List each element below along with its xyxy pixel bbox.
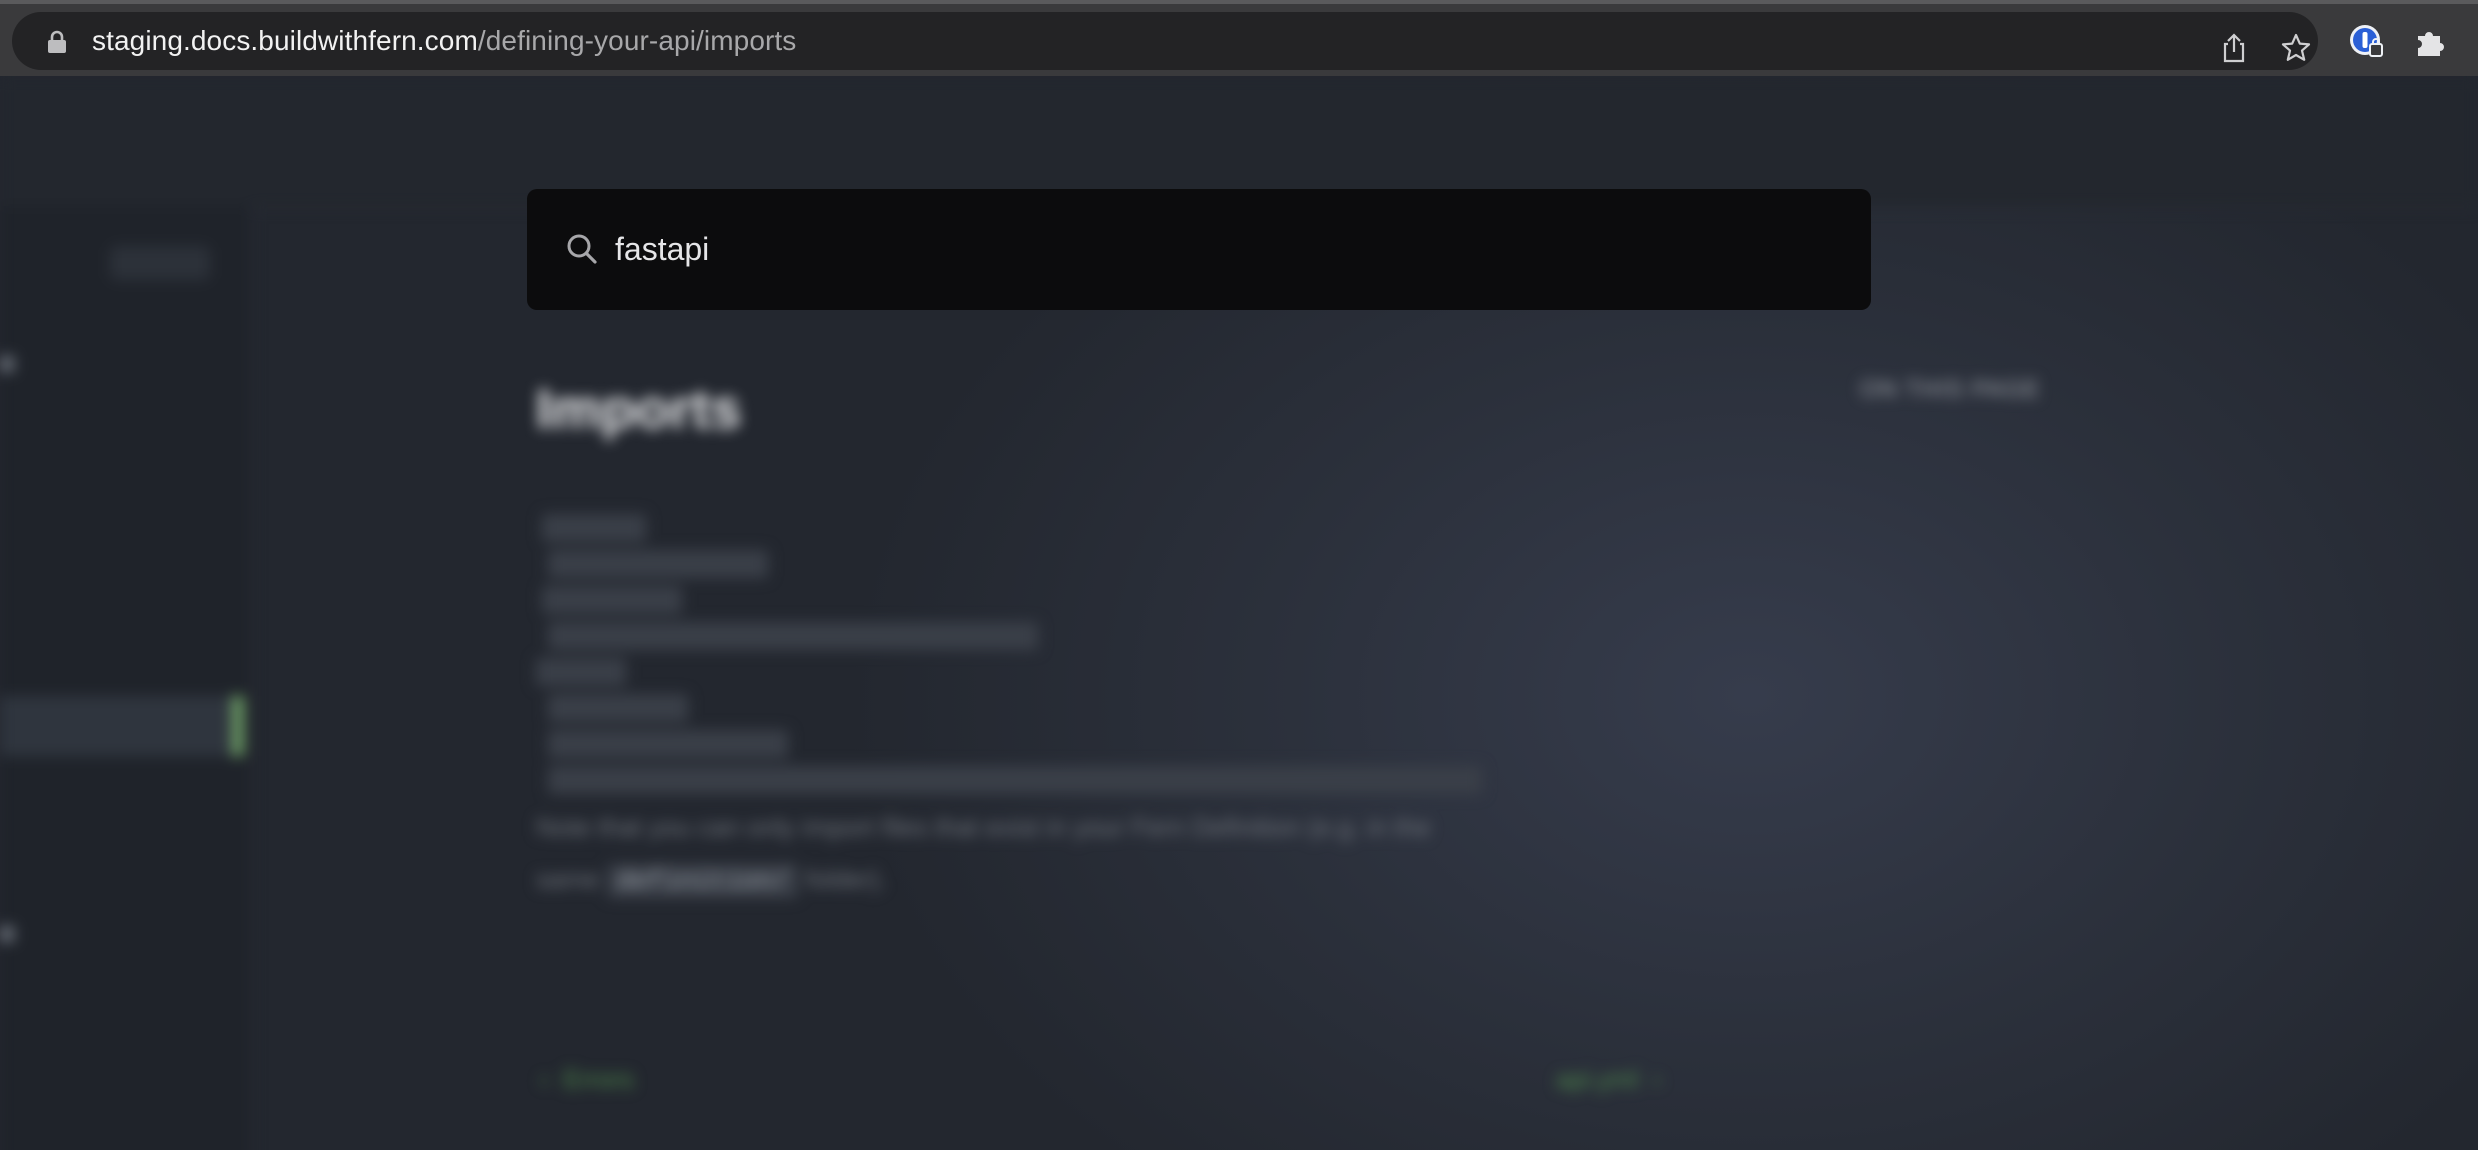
url-text[interactable]: staging.docs.buildwithfern.com/defining-… bbox=[92, 12, 796, 70]
lock-icon[interactable] bbox=[46, 30, 68, 54]
share-icon[interactable] bbox=[2218, 32, 2250, 64]
next-page-label: api.yml bbox=[1556, 1064, 1639, 1094]
code-line bbox=[536, 658, 626, 686]
docs-header bbox=[0, 76, 2478, 207]
sidebar-active-indicator bbox=[232, 696, 244, 756]
inline-code: definition/ bbox=[606, 864, 799, 898]
star-icon[interactable] bbox=[2280, 32, 2312, 64]
browser-toolbar: staging.docs.buildwithfern.com/defining-… bbox=[0, 0, 2478, 76]
chevron-left-icon: ‹ bbox=[540, 1064, 564, 1094]
1password-extension-icon[interactable] bbox=[2348, 22, 2386, 60]
address-bar[interactable]: staging.docs.buildwithfern.com/defining-… bbox=[12, 12, 2318, 70]
prose-word: same bbox=[536, 864, 600, 894]
code-line bbox=[548, 694, 688, 722]
search-icon bbox=[567, 234, 597, 264]
code-line bbox=[542, 514, 646, 542]
sidebar-item-marker bbox=[0, 356, 14, 372]
search-input[interactable] bbox=[615, 219, 1815, 279]
code-line bbox=[548, 550, 768, 578]
sidebar-item-active bbox=[0, 696, 238, 756]
chevron-right-icon: › bbox=[1638, 1064, 1662, 1094]
url-path: /defining-your-api/imports bbox=[477, 25, 797, 56]
sidebar-search-pill bbox=[110, 246, 210, 280]
previous-page-label: Errors bbox=[563, 1064, 634, 1094]
page-title: Imports bbox=[536, 377, 742, 440]
puzzle-extensions-icon[interactable] bbox=[2414, 24, 2448, 58]
previous-page-link: ‹ Errors bbox=[540, 1064, 634, 1095]
prose-paragraph-continued: same definition/ folder). bbox=[536, 864, 887, 898]
code-line bbox=[548, 622, 1038, 650]
docs-sidebar bbox=[0, 206, 252, 1150]
toc-heading: ON THIS PAGE bbox=[1860, 376, 2041, 403]
prose-paragraph: Note that you can only import files that… bbox=[536, 812, 1431, 842]
sidebar-item-marker bbox=[0, 926, 14, 942]
code-line bbox=[542, 586, 682, 614]
code-line bbox=[548, 766, 1482, 794]
search-modal[interactable] bbox=[527, 189, 1871, 310]
url-domain: staging.docs.buildwithfern.com bbox=[92, 25, 478, 56]
code-line bbox=[548, 730, 788, 758]
prose-suffix: folder). bbox=[805, 864, 887, 894]
next-page-link: api.yml › bbox=[1556, 1064, 1661, 1095]
